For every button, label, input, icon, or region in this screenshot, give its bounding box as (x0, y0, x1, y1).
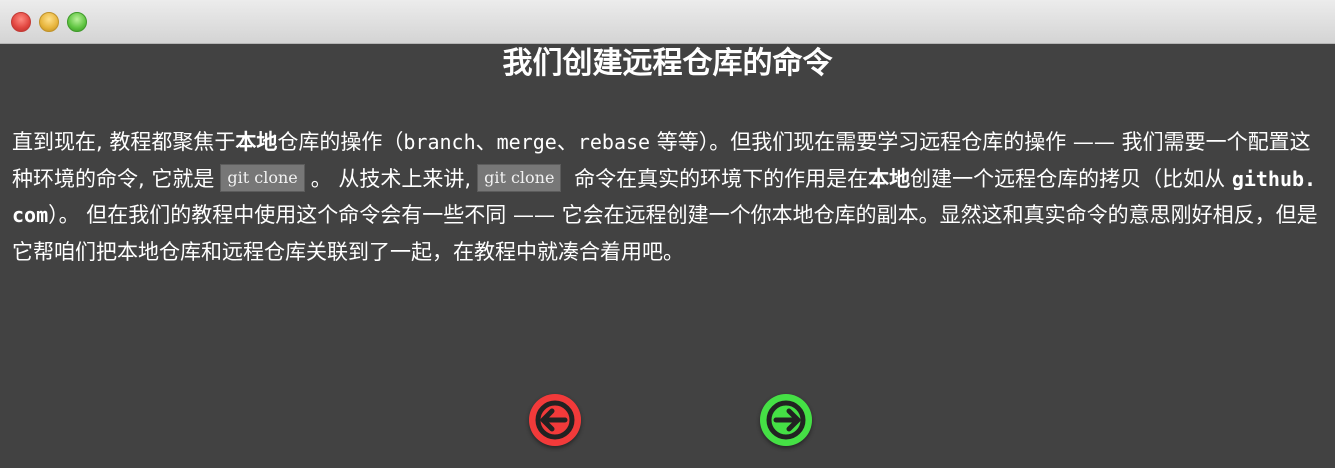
text-segment: ）。 但在我们的教程中使用这个命令会有一些不同 —— 它会在远程创建一个你本地仓… (12, 203, 1318, 264)
window-close-button[interactable] (11, 12, 31, 32)
back-button[interactable] (529, 394, 581, 446)
text-segment: 命令在真实的环境下的作用是在 (567, 166, 869, 191)
code-snippet: git clone (477, 163, 562, 192)
forward-button[interactable] (760, 394, 812, 446)
window-minimize-button[interactable] (39, 12, 59, 32)
inline-term: branch (403, 130, 476, 154)
text-segment: 仓库的操作（ (277, 130, 404, 154)
arrow-right-icon (760, 394, 812, 446)
text-segment: 创建一个远程仓库的拷贝（比如从 (910, 166, 1232, 191)
title-bar (0, 0, 1335, 44)
arrow-left-icon (529, 394, 581, 446)
text-segment: 、 (475, 130, 497, 154)
inline-term: rebase (577, 130, 651, 154)
text-segment: 、 (556, 130, 578, 154)
code-snippet: git clone (220, 163, 305, 192)
inline-term: merge (496, 130, 557, 154)
bold-text: 本地 (235, 130, 278, 154)
dialog-body-text: 直到现在, 教程都聚焦于本地仓库的操作（branch、merge、rebase … (12, 124, 1322, 270)
text-segment: 直到现在, 教程都聚焦于 (12, 130, 236, 154)
dialog-title: 我们创建远程仓库的命令 (502, 46, 833, 81)
app-window: 我们创建远程仓库的命令 直到现在, 教程都聚焦于本地仓库的操作（branch、m… (0, 0, 1335, 468)
bold-text: 本地 (868, 166, 911, 191)
window-maximize-button[interactable] (67, 12, 87, 32)
text-segment: 。 从技术上来讲, (310, 166, 472, 191)
